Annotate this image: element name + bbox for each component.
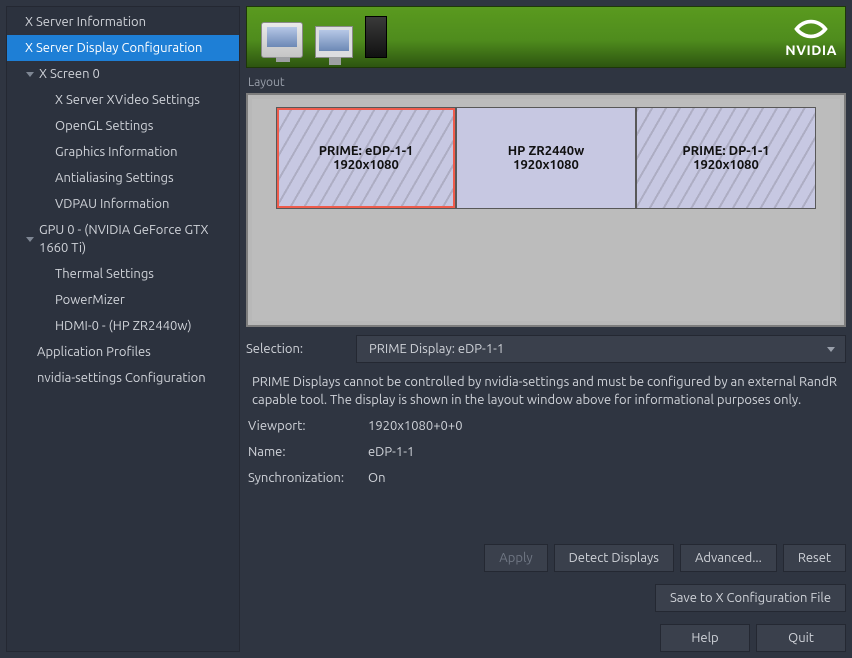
expand-icon[interactable]	[25, 69, 35, 79]
chevron-down-icon	[827, 347, 835, 352]
sidebar-item[interactable]: Graphics Information	[7, 139, 239, 165]
nvidia-eye-icon	[792, 16, 830, 42]
sidebar-item-label: X Server Information	[25, 13, 146, 31]
button-row-2: Save to X Configuration File	[246, 584, 846, 612]
sidebar-item-label: HDMI-0 - (HP ZR2440w)	[55, 317, 192, 335]
nvidia-logo: NVIDIA	[785, 16, 837, 58]
advanced-button[interactable]: Advanced...	[680, 544, 777, 572]
sidebar-item-label: nvidia-settings Configuration	[37, 369, 206, 387]
reset-button[interactable]: Reset	[783, 544, 846, 572]
layout-box: PRIME: eDP-1-11920x1080HP ZR2440w1920x10…	[246, 93, 846, 327]
display-name: HP ZR2440w	[508, 144, 585, 158]
button-row-3: Help Quit	[246, 624, 846, 652]
help-button[interactable]: Help	[660, 624, 750, 652]
monitor-flat-icon	[315, 26, 353, 58]
sidebar-item-label: Thermal Settings	[55, 265, 154, 283]
sidebar-item[interactable]: HDMI-0 - (HP ZR2440w)	[7, 313, 239, 339]
quit-button[interactable]: Quit	[756, 624, 846, 652]
display-box[interactable]: PRIME: eDP-1-11920x1080	[276, 107, 456, 209]
sidebar-item[interactable]: X Server Display Configuration	[7, 35, 239, 61]
name-label: Name:	[248, 445, 368, 459]
selection-dropdown[interactable]: PRIME Display: eDP-1-1	[356, 335, 846, 363]
display-name: PRIME: eDP-1-1	[319, 144, 414, 158]
sidebar-item[interactable]: PowerMizer	[7, 287, 239, 313]
sidebar-item-label: PowerMizer	[55, 291, 125, 309]
display-resolution: 1920x1080	[513, 158, 579, 172]
selection-value: PRIME Display: eDP-1-1	[369, 342, 504, 356]
monitor-crt-icon	[261, 22, 303, 58]
display-box[interactable]: PRIME: DP-1-11920x1080	[636, 107, 816, 209]
display-resolution: 1920x1080	[693, 158, 759, 172]
apply-button[interactable]: Apply	[484, 544, 547, 572]
sidebar-item[interactable]: OpenGL Settings	[7, 113, 239, 139]
viewport-value: 1920x1080+0+0	[368, 419, 846, 433]
display-box[interactable]: HP ZR2440w1920x1080	[456, 107, 636, 209]
sidebar-item[interactable]: GPU 0 - (NVIDIA GeForce GTX 1660 Ti)	[7, 217, 239, 261]
display-resolution: 1920x1080	[333, 158, 399, 172]
sidebar-item[interactable]: X Screen 0	[7, 61, 239, 87]
sidebar-item-label: GPU 0 - (NVIDIA GeForce GTX 1660 Ti)	[39, 221, 233, 257]
banner-monitors-icon	[261, 16, 387, 58]
sidebar-item-label: Application Profiles	[37, 343, 151, 361]
nvidia-banner: NVIDIA	[246, 6, 846, 68]
sidebar-item-label: X Server XVideo Settings	[55, 91, 200, 109]
sidebar-item[interactable]: Antialiasing Settings	[7, 165, 239, 191]
tower-icon	[365, 16, 387, 58]
sidebar-item-label: X Screen 0	[39, 65, 100, 83]
display-name: PRIME: DP-1-1	[682, 144, 769, 158]
name-value: eDP-1-1	[368, 445, 846, 459]
expand-icon[interactable]	[25, 234, 35, 244]
prime-info-text: PRIME Displays cannot be controlled by n…	[246, 371, 846, 411]
sidebar-item-label: X Server Display Configuration	[25, 39, 202, 57]
nvidia-brand-label: NVIDIA	[785, 42, 837, 58]
sync-value: On	[368, 471, 846, 485]
viewport-label: Viewport:	[248, 419, 368, 433]
sidebar-item[interactable]: X Server Information	[7, 9, 239, 35]
sidebar-item-label: Graphics Information	[55, 143, 178, 161]
selection-label: Selection:	[246, 342, 346, 356]
sync-label: Synchronization:	[248, 471, 368, 485]
sidebar-item[interactable]: Application Profiles	[7, 339, 239, 365]
save-config-button[interactable]: Save to X Configuration File	[655, 584, 846, 612]
sidebar-item[interactable]: VDPAU Information	[7, 191, 239, 217]
sidebar-tree: X Server Information X Server Display Con…	[6, 6, 240, 652]
layout-frame: Layout PRIME: eDP-1-11920x1080HP ZR2440w…	[246, 76, 846, 327]
sidebar-item[interactable]: X Server XVideo Settings	[7, 87, 239, 113]
sidebar-item[interactable]: Thermal Settings	[7, 261, 239, 287]
sidebar-item-label: OpenGL Settings	[55, 117, 153, 135]
sidebar-item-label: VDPAU Information	[55, 195, 169, 213]
layout-label: Layout	[246, 76, 846, 89]
detect-displays-button[interactable]: Detect Displays	[554, 544, 674, 572]
sidebar-item-label: Antialiasing Settings	[55, 169, 174, 187]
sidebar-item[interactable]: nvidia-settings Configuration	[7, 365, 239, 391]
button-row-1: Apply Detect Displays Advanced... Reset	[246, 544, 846, 572]
selection-row: Selection: PRIME Display: eDP-1-1	[246, 335, 846, 363]
layout-canvas[interactable]: PRIME: eDP-1-11920x1080HP ZR2440w1920x10…	[252, 99, 840, 321]
main-panel: NVIDIA Layout PRIME: eDP-1-11920x1080HP …	[246, 6, 846, 652]
property-grid: Viewport: 1920x1080+0+0 Name: eDP-1-1 Sy…	[246, 419, 846, 485]
